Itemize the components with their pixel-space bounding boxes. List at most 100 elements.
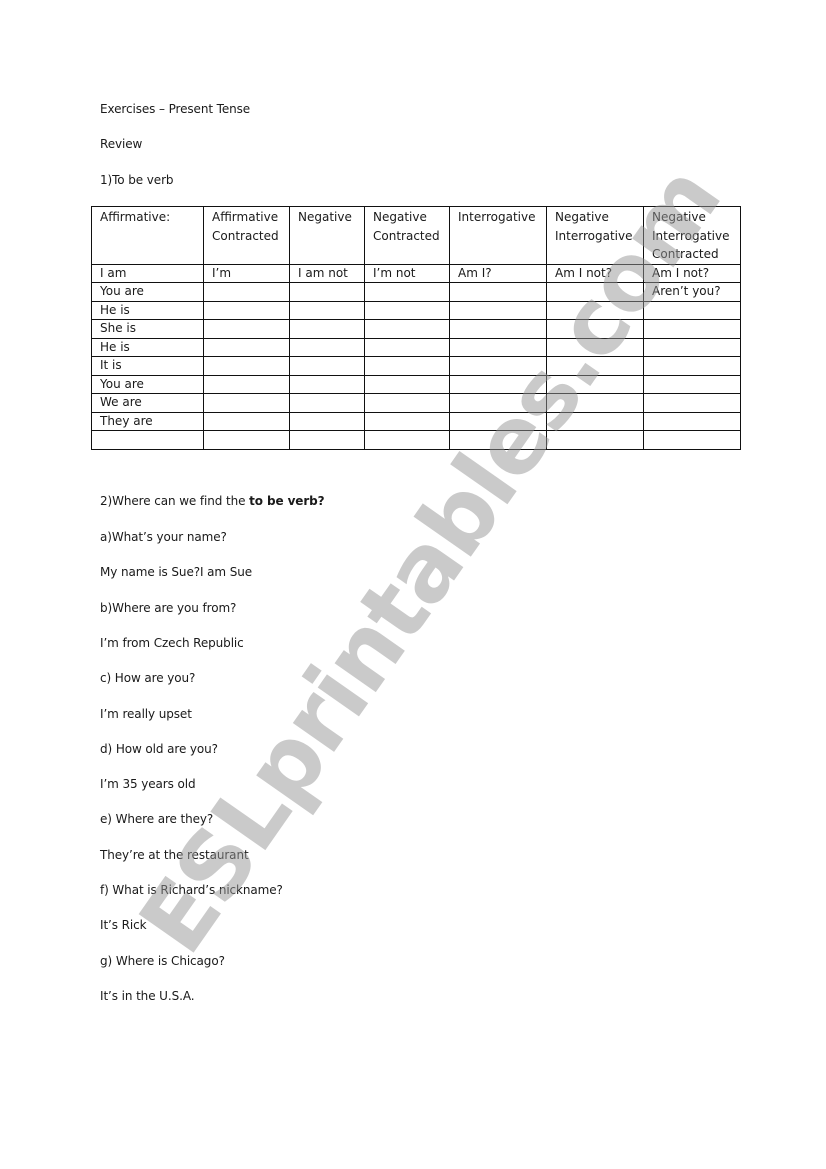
table-cell (546, 319, 644, 339)
table-row: You are (91, 374, 741, 394)
table-cell (449, 300, 547, 320)
table-cell (364, 411, 450, 431)
table-cell (449, 393, 547, 413)
table-cell (449, 430, 547, 450)
table-cell (364, 319, 450, 339)
header-cell: Interrogative (449, 206, 547, 265)
table-cell (364, 393, 450, 413)
answer-line: I’m really upset (100, 706, 192, 721)
section2-heading-bold: to be verb? (249, 494, 325, 508)
table-cell (643, 356, 741, 376)
table-cell (449, 374, 547, 394)
table-cell (546, 430, 644, 450)
table-cell: Aren’t you? (643, 282, 741, 302)
table-row: He is (91, 300, 741, 320)
table-cell (546, 374, 644, 394)
table-cell: You are (91, 282, 204, 302)
header-cell: Negative Interrogative Contracted (643, 206, 741, 265)
table-cell (203, 319, 290, 339)
table-cell (364, 300, 450, 320)
question-line: b)Where are you from? (100, 600, 237, 615)
table-cell (546, 282, 644, 302)
table-cell (364, 374, 450, 394)
table-cell (289, 282, 365, 302)
table-cell (449, 337, 547, 357)
table-cell (289, 374, 365, 394)
header-cell: Negative Interrogative (546, 206, 644, 265)
question-line: c) How are you? (100, 671, 196, 686)
table-cell (364, 282, 450, 302)
table-cell (546, 411, 644, 431)
table-cell (203, 393, 290, 413)
section1-heading: 1)To be verb (100, 173, 174, 187)
worksheet-page: Exercises – Present Tense Review 1)To be… (0, 0, 826, 1169)
section2-heading-text: 2)Where can we find the (100, 494, 250, 508)
header-cell: Negative Contracted (364, 206, 450, 265)
table-cell (289, 411, 365, 431)
table-row: You are Aren’t you? (91, 282, 741, 302)
table-cell: It is (91, 356, 204, 376)
table-cell (643, 337, 741, 357)
table-cell (643, 393, 741, 413)
table-row: They are (91, 411, 741, 431)
table-cell: You are (91, 374, 204, 394)
header-cell: Affirmative Contracted (203, 206, 290, 265)
answer-line: I’m 35 years old (100, 777, 196, 792)
answer-line: My name is Sue?I am Sue (100, 565, 253, 580)
table-cell (643, 430, 741, 450)
table-cell (203, 374, 290, 394)
table-cell (449, 356, 547, 376)
table-cell (289, 393, 365, 413)
answer-line: They’re at the restaurant (100, 847, 249, 862)
table-cell: I’m not (364, 263, 450, 283)
document-title: Exercises – Present Tense (100, 102, 251, 116)
table-row: She is (91, 319, 741, 339)
table-cell (643, 300, 741, 320)
header-cell: Affirmative: (91, 206, 204, 265)
table-cell (289, 300, 365, 320)
table-cell (449, 319, 547, 339)
table-cell (546, 337, 644, 357)
table-cell (289, 337, 365, 357)
table-cell (364, 430, 450, 450)
table-cell: She is (91, 319, 204, 339)
question-line: f) What is Richard’s nickname? (100, 883, 283, 897)
answer-line: I’m from Czech Republic (100, 635, 244, 650)
table-cell: Am I? (449, 263, 547, 283)
answer-line: It’s in the U.S.A. (100, 988, 195, 1003)
to-be-verb-table: Affirmative: Affirmative Contracted Nega… (91, 206, 741, 450)
table-cell (203, 282, 290, 302)
table-cell (289, 356, 365, 376)
question-line: d) How old are you? (100, 741, 218, 756)
table-header-row: Affirmative: Affirmative Contracted Nega… (91, 206, 741, 265)
table-cell (643, 319, 741, 339)
question-line: g) Where is Chicago? (100, 953, 225, 968)
table-row: We are (91, 393, 741, 413)
table-cell (546, 356, 644, 376)
table-cell: I’m (203, 263, 290, 283)
table-cell (546, 393, 644, 413)
table-cell (364, 356, 450, 376)
table-cell (364, 337, 450, 357)
table-cell (203, 411, 290, 431)
table-cell: Am I not? (643, 263, 741, 283)
question-line: e) Where are they? (100, 812, 214, 827)
table-row (91, 430, 741, 450)
table-cell: We are (91, 393, 204, 413)
table-cell (643, 374, 741, 394)
table-cell: He is (91, 337, 204, 357)
table-cell (449, 411, 547, 431)
header-cell: Negative (289, 206, 365, 265)
table-cell (203, 356, 290, 376)
table-row: It is (91, 356, 741, 376)
table-cell: He is (91, 300, 204, 320)
section2-heading: 2)Where can we find the to be verb? (100, 493, 325, 509)
answer-line: It’s Rick (100, 918, 147, 933)
question-line: a)What’s your name? (100, 530, 227, 544)
document-subtitle: Review (100, 137, 143, 151)
table-cell (643, 411, 741, 431)
table-cell: I am not (289, 263, 365, 283)
table-cell (449, 282, 547, 302)
table-cell (203, 430, 290, 450)
table-cell: They are (91, 411, 204, 431)
